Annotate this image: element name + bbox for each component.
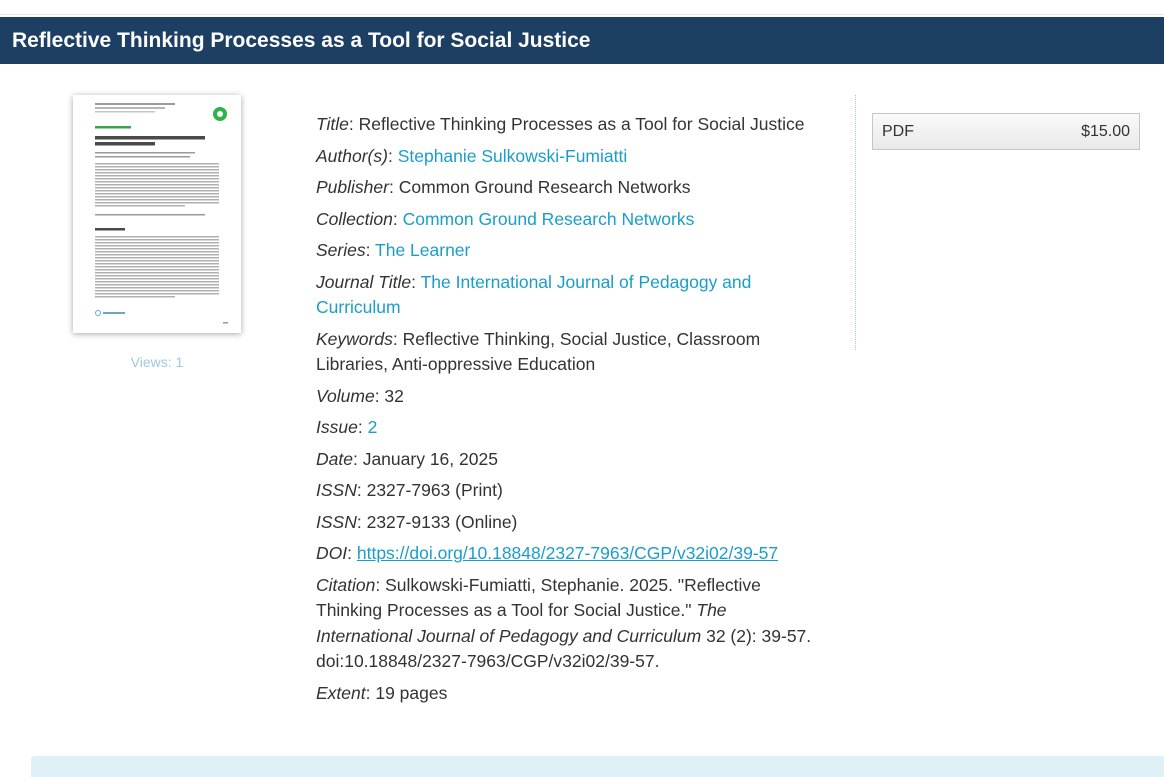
meta-issue: Issue: 2 [316, 417, 378, 437]
meta-extent-value: 19 pages [375, 682, 448, 703]
meta-volume: Volume: 32 [316, 385, 404, 406]
meta-doi: DOI: https://doi.org/10.18848/2327-7963/… [316, 543, 779, 563]
meta-keywords: Keywords: Reflective Thinking, Social Ju… [316, 328, 761, 375]
meta-collection: Collection: Common Ground Research Netwo… [316, 208, 695, 229]
pdf-purchase-button[interactable]: PDF $15.00 [872, 113, 1140, 150]
meta-issn-print-value: 2327-7963 (Print) [366, 480, 503, 500]
meta-authors: Author(s): Stephanie Sulkowski-Fumiatti [316, 145, 628, 166]
bottom-info-panel [31, 756, 1164, 777]
meta-date-label: Date [316, 448, 353, 469]
meta-volume-value: 32 [384, 385, 404, 406]
meta-publisher: Publisher: Common Ground Research Networ… [316, 177, 691, 197]
article-metadata: Title: Reflective Thinking Processes as … [316, 112, 816, 712]
purchase-format: PDF [882, 123, 914, 140]
meta-date: Date: January 16, 2025 [316, 448, 498, 469]
doi-link[interactable]: https://doi.org/10.18848/2327-7963/CGP/v… [357, 543, 778, 563]
meta-keywords-label: Keywords [316, 328, 393, 349]
meta-series: Series: The Learner [316, 240, 471, 260]
article-thumbnail[interactable] [73, 95, 241, 333]
meta-extent-label: Extent [316, 682, 366, 703]
page-title-bar: Reflective Thinking Processes as a Tool … [0, 17, 1164, 64]
meta-collection-label: Collection [316, 208, 393, 229]
meta-publisher-value: Common Ground Research Networks [398, 177, 691, 197]
meta-issn-print-label: ISSN [316, 480, 357, 500]
meta-title-value: Reflective Thinking Processes as a Tool … [358, 114, 805, 134]
article-first-page-preview [73, 95, 241, 333]
top-divider [0, 14, 1164, 15]
meta-issn-online-label: ISSN [316, 511, 357, 532]
citation-prefix: Sulkowski-Fumiatti, Stephanie. 2025. "Re… [316, 574, 761, 621]
author-link[interactable]: Stephanie Sulkowski-Fumiatti [398, 146, 628, 166]
meta-issn-print: ISSN: 2327-7963 (Print) [316, 480, 503, 500]
meta-journal-title: Journal Title: The International Journal… [316, 271, 752, 318]
meta-doi-label: DOI [316, 543, 348, 563]
meta-publisher-label: Publisher [316, 177, 389, 197]
meta-extent: Extent: 19 pages [316, 682, 448, 703]
collection-link[interactable]: Common Ground Research Networks [403, 209, 695, 229]
views-count: Views: 1 [130, 354, 184, 370]
meta-issn-online-value: 2327-9133 (Online) [366, 511, 518, 532]
meta-title: Title: Reflective Thinking Processes as … [316, 114, 805, 134]
purchase-price: $15.00 [1081, 123, 1130, 140]
meta-citation: Citation: Sulkowski-Fumiatti, Stephanie.… [316, 574, 812, 672]
page-title: Reflective Thinking Processes as a Tool … [12, 29, 591, 52]
meta-title-label: Title [316, 114, 349, 134]
meta-volume-label: Volume [316, 385, 375, 406]
open-access-badge-icon [213, 107, 227, 121]
issue-link[interactable]: 2 [368, 417, 378, 437]
meta-authors-label: Author(s) [316, 145, 388, 166]
meta-date-value: January 16, 2025 [362, 448, 498, 469]
meta-series-label: Series [316, 240, 366, 260]
meta-citation-label: Citation [316, 574, 376, 595]
meta-issue-label: Issue [316, 417, 358, 437]
meta-journal-title-label: Journal Title [316, 271, 412, 292]
series-link[interactable]: The Learner [375, 240, 470, 260]
meta-issn-online: ISSN: 2327-9133 (Online) [316, 511, 518, 532]
column-separator [855, 95, 856, 350]
